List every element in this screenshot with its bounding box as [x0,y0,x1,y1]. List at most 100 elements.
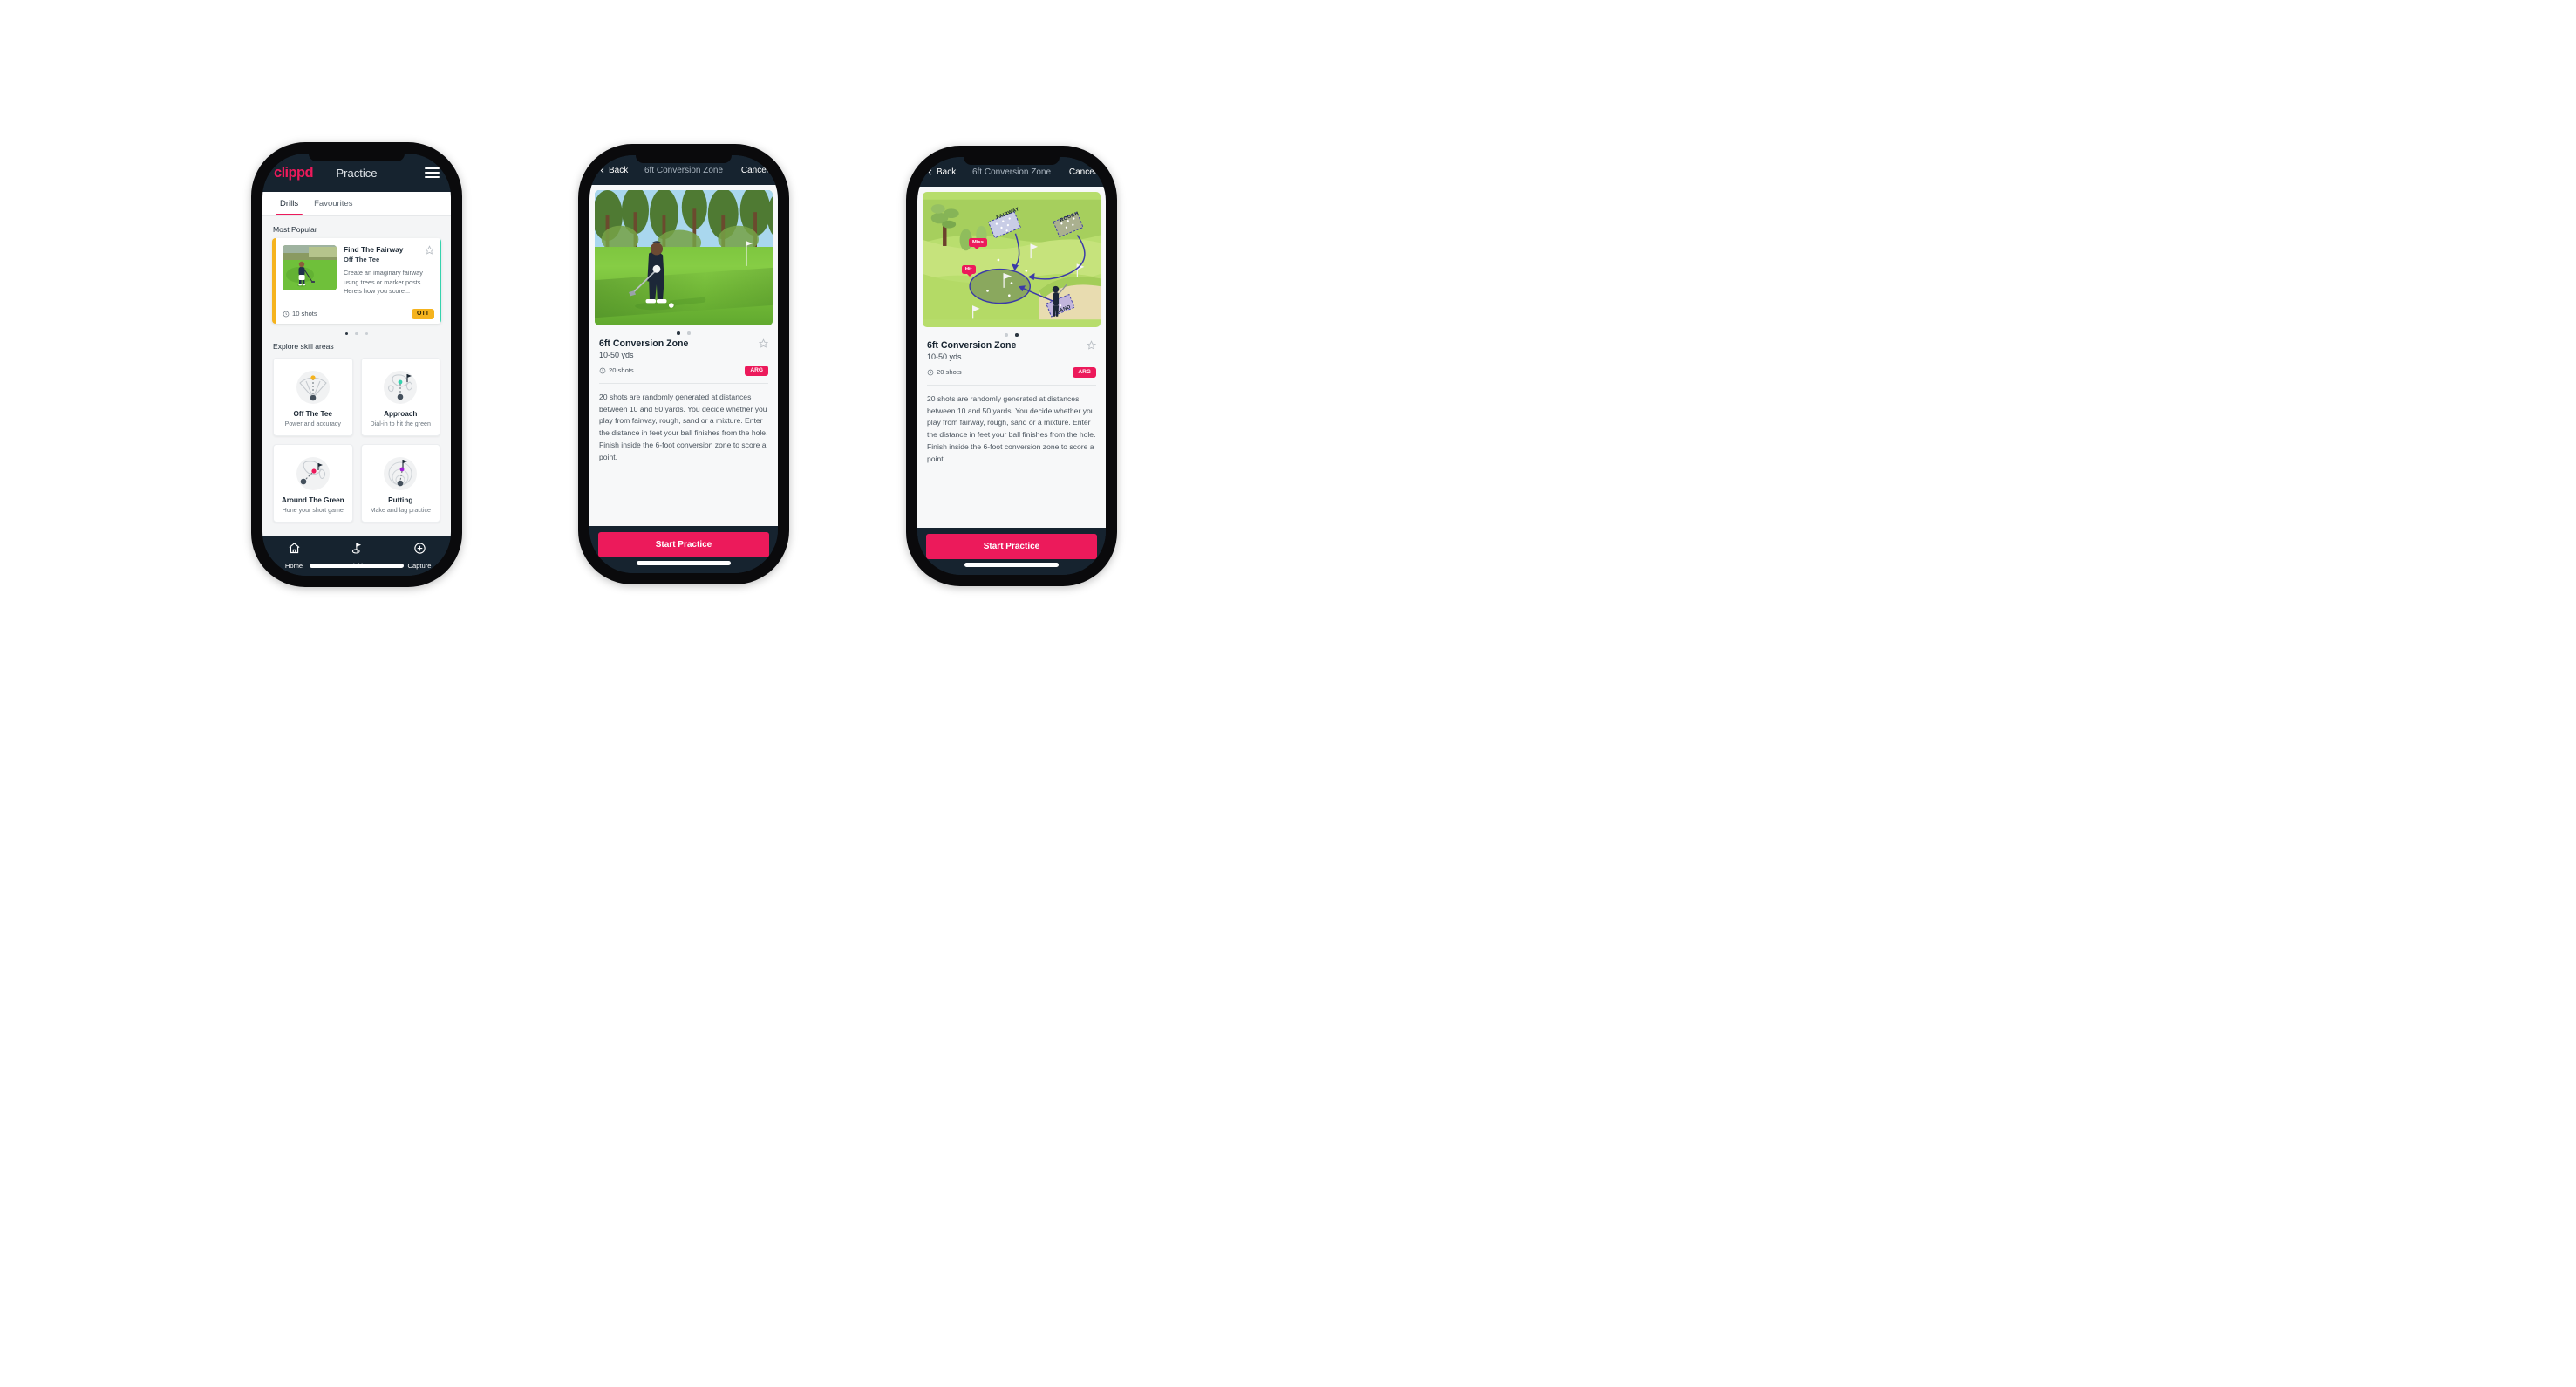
detail-skill-chip: ARG [1073,366,1096,378]
drill-detail-header: 6ft Conversion Zone 10-50 yds 20 shots A… [589,337,778,376]
detail-title: 6ft Conversion Zone [599,338,689,349]
cancel-button[interactable]: Cancel [741,166,768,175]
star-outline-icon[interactable] [1087,339,1096,350]
back-label: Back [609,165,629,175]
drill-detail-panel: FAIRWAY ROUGH SAND Miss Hit 6ft Conversi… [917,187,1106,528]
marker-hit: Hit [961,264,976,277]
skill-card-off-the-tee[interactable]: Off The Tee Power and accuracy [273,358,353,437]
carousel-dot-2[interactable] [355,331,358,336]
home-icon [288,543,300,554]
drill-shots: 10 shots [283,310,317,318]
start-practice-button[interactable]: Start Practice [598,532,769,557]
carousel-dots [262,324,451,339]
tab-bar: Drills Favourites [262,192,451,216]
golf-flag-icon [351,543,361,554]
detail-description: 20 shots are randomly generated at dista… [599,392,768,462]
tab-favourites-label: Favourites [314,199,353,208]
skill-sub: Power and accuracy [284,420,341,428]
detail-shots: 20 shots [599,366,634,374]
drill-title: Find The Fairway [344,245,404,254]
detail-title: 6ft Conversion Zone [927,339,1017,351]
phone-device-practice-list: clippd Practice Drills Favourites Most P… [251,142,462,587]
explore-heading: Explore skill areas [273,342,334,352]
back-button[interactable]: Back [927,167,956,178]
device-notch [309,154,405,161]
nav-label-capture: Capture [407,562,432,570]
device-notch [636,155,732,163]
hero-dot-1[interactable] [677,331,680,335]
detail-distance: 10-50 yds [599,350,634,359]
carousel-next-card-peek[interactable] [440,238,441,324]
home-indicator [310,564,404,568]
drill-hero-photo[interactable] [595,190,773,325]
marker-miss: Miss [969,237,987,250]
tab-favourites[interactable]: Favourites [306,192,360,215]
star-outline-icon[interactable] [759,338,768,348]
home-indicator [964,563,1059,567]
skill-sub: Dial-in to hit the green [370,420,431,428]
skill-name: Off The Tee [293,410,332,419]
skill-sub: Hone your short game [282,507,344,515]
carousel-dot-3[interactable] [365,331,369,336]
device-notch [964,157,1060,165]
drill-subtitle: Off The Tee [344,256,380,263]
skill-name: Putting [388,496,413,505]
clock-icon [283,311,290,318]
hero-carousel-dots [589,325,778,337]
around-green-icon [277,454,349,494]
back-button[interactable]: Back [599,165,628,176]
clippd-logo: clippd [274,164,314,181]
chevron-left-icon [600,167,604,173]
back-label: Back [937,167,957,177]
skill-sub: Make and lag practice [370,507,431,515]
drill-card[interactable]: Find The Fairway Off The Tee Create an i… [272,238,441,324]
approach-green-icon [365,367,437,407]
most-popular-heading: Most Popular [273,225,317,234]
phone-device-drill-detail-illustration: Back 6ft Conversion Zone Cancel FAIRWAY … [906,146,1117,586]
drill-hero-illustration[interactable]: FAIRWAY ROUGH SAND Miss Hit [923,192,1101,327]
carousel-dot-1[interactable] [344,331,349,336]
hero-dot-2[interactable] [1015,333,1019,337]
clock-icon [599,367,606,373]
hamburger-menu-icon[interactable] [425,165,440,181]
screenshot-stage: clippd Practice Drills Favourites Most P… [0,0,2576,1387]
skill-name: Around The Green [281,496,344,505]
skill-name: Approach [384,410,418,419]
skill-card-around-the-green[interactable]: Around The Green Hone your short game [273,444,353,523]
phone-device-drill-detail-photo: Back 6ft Conversion Zone Cancel 6ft Conv… [578,144,789,584]
tab-drills[interactable]: Drills [272,192,306,215]
drill-skill-chip: OTT [412,308,434,319]
skill-areas-grid: Off The Tee Power and accuracy Approach … [262,355,451,523]
detail-shots-label: 20 shots [609,366,634,375]
drill-detail-panel: 6ft Conversion Zone 10-50 yds 20 shots A… [589,185,778,526]
star-outline-icon[interactable] [425,245,434,255]
drill-shots-label: 10 shots [292,310,317,318]
clock-icon [927,369,934,375]
putting-rings-icon [365,454,437,494]
start-practice-button[interactable]: Start Practice [926,534,1097,559]
cta-container: Start Practice [917,528,1106,575]
detail-shots: 20 shots [927,368,962,376]
detail-skill-chip: ARG [745,365,768,376]
drill-detail-header: 6ft Conversion Zone 10-50 yds 20 shots A… [917,338,1106,378]
bottom-navigation: Home Activities Capture [262,536,451,576]
plus-circle-icon [413,543,426,554]
cta-container: Start Practice [589,526,778,573]
detail-description: 20 shots are randomly generated at dista… [927,393,1096,464]
drill-thumbnail [283,245,337,290]
practice-content: Most Popular Find The Fairway Off The Te… [262,216,451,536]
hero-dot-2[interactable] [687,331,691,335]
drill-description: Create an imaginary fairway using trees … [344,269,423,296]
tab-drills-label: Drills [280,199,299,208]
skill-card-approach[interactable]: Approach Dial-in to hit the green [360,358,440,437]
hero-dot-1[interactable] [1005,333,1008,337]
detail-shots-label: 20 shots [937,368,962,377]
nav-label-home: Home [284,562,303,570]
chevron-left-icon [928,169,932,174]
tee-dispersion-icon [277,367,349,407]
home-indicator [637,561,731,565]
detail-distance: 10-50 yds [927,352,962,361]
hero-carousel-dots [917,327,1106,338]
cancel-button[interactable]: Cancel [1069,167,1096,177]
skill-card-putting[interactable]: Putting Make and lag practice [360,444,440,523]
